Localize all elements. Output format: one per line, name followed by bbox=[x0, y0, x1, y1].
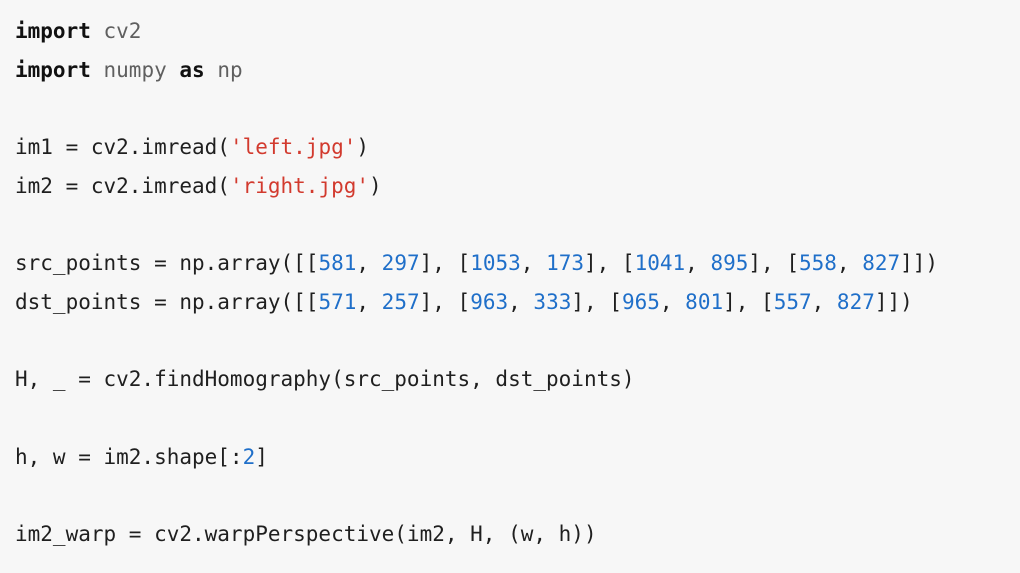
code-text: ]]) bbox=[900, 251, 939, 276]
module-name: cv2 bbox=[103, 19, 142, 43]
number-literal: 173 bbox=[546, 251, 584, 276]
code-text: dst_points = np.array([[ bbox=[15, 289, 319, 314]
code-text: ], [ bbox=[748, 251, 799, 276]
code-line-4: im1 = cv2.imread('left.jpg') bbox=[15, 128, 1020, 167]
number-literal: 558 bbox=[798, 251, 837, 276]
code-text: src_points = np.array([[ bbox=[15, 251, 319, 276]
code-text: ) bbox=[369, 173, 382, 198]
code-text: ]]) bbox=[874, 289, 913, 314]
number-literal: 965 bbox=[621, 289, 660, 314]
code-text: , bbox=[836, 251, 863, 276]
code-line-8: dst_points = np.array([[571, 257], [963,… bbox=[15, 283, 1020, 322]
code-line-14: im2_warp = cv2.warpPerspective(im2, H, (… bbox=[15, 515, 1020, 554]
code-text: h, w = im2.shape[: bbox=[15, 444, 243, 469]
code-text: ], [ bbox=[419, 251, 471, 276]
code-text: , bbox=[508, 289, 534, 314]
code-text: , bbox=[659, 289, 686, 314]
keyword-as: as bbox=[179, 57, 205, 82]
code-text: im1 = cv2.imread( bbox=[15, 135, 230, 160]
code-text: , bbox=[356, 251, 382, 276]
string-literal: 'left.jpg' bbox=[229, 135, 357, 160]
code-line-12: h, w = im2.shape[:2] bbox=[15, 438, 1020, 477]
number-literal: 581 bbox=[318, 251, 357, 276]
keyword-import: import bbox=[15, 19, 91, 43]
code-line-10: H, _ = cv2.findHomography(src_points, ds… bbox=[15, 360, 1020, 399]
code-text: , bbox=[520, 251, 547, 276]
number-literal: 801 bbox=[685, 289, 724, 314]
number-literal: 827 bbox=[836, 289, 875, 314]
code-text: ], [ bbox=[584, 251, 635, 276]
code-text: , bbox=[811, 289, 837, 314]
code-text: ], [ bbox=[419, 289, 471, 314]
code-text: im2 = cv2.imread( bbox=[15, 173, 230, 198]
number-literal: 2 bbox=[242, 444, 256, 469]
number-literal: 333 bbox=[533, 289, 572, 314]
module-name: numpy bbox=[103, 57, 167, 82]
code-text: ], [ bbox=[723, 289, 774, 314]
module-alias: np bbox=[217, 57, 243, 82]
number-literal: 1053 bbox=[470, 251, 521, 276]
code-line-1: import cv2 bbox=[15, 12, 1020, 51]
code-text: ], [ bbox=[571, 289, 622, 314]
number-literal: 297 bbox=[381, 251, 420, 276]
number-literal: 571 bbox=[318, 289, 357, 314]
code-text: ] bbox=[255, 444, 268, 469]
code-block: import cv2 import numpy as np im1 = cv2.… bbox=[0, 0, 1020, 573]
code-line-7: src_points = np.array([[581, 297], [1053… bbox=[15, 244, 1020, 283]
code-text: , bbox=[685, 251, 711, 276]
number-literal: 257 bbox=[381, 289, 420, 314]
code-text: im2_warp = cv2.warpPerspective(im2, H, (… bbox=[15, 521, 597, 546]
code-text: H, _ = cv2.findHomography(src_points, ds… bbox=[15, 367, 635, 392]
keyword-import: import bbox=[15, 57, 91, 82]
number-literal: 827 bbox=[862, 251, 901, 276]
string-literal: 'right.jpg' bbox=[229, 173, 370, 198]
code-line-2: import numpy as np bbox=[15, 51, 1020, 90]
number-literal: 895 bbox=[710, 251, 749, 276]
code-line-5: im2 = cv2.imread('right.jpg') bbox=[15, 167, 1020, 206]
number-literal: 963 bbox=[470, 289, 509, 314]
number-literal: 557 bbox=[773, 289, 812, 314]
code-text: ) bbox=[356, 135, 370, 160]
number-literal: 1041 bbox=[634, 251, 686, 276]
code-text: , bbox=[356, 289, 382, 314]
